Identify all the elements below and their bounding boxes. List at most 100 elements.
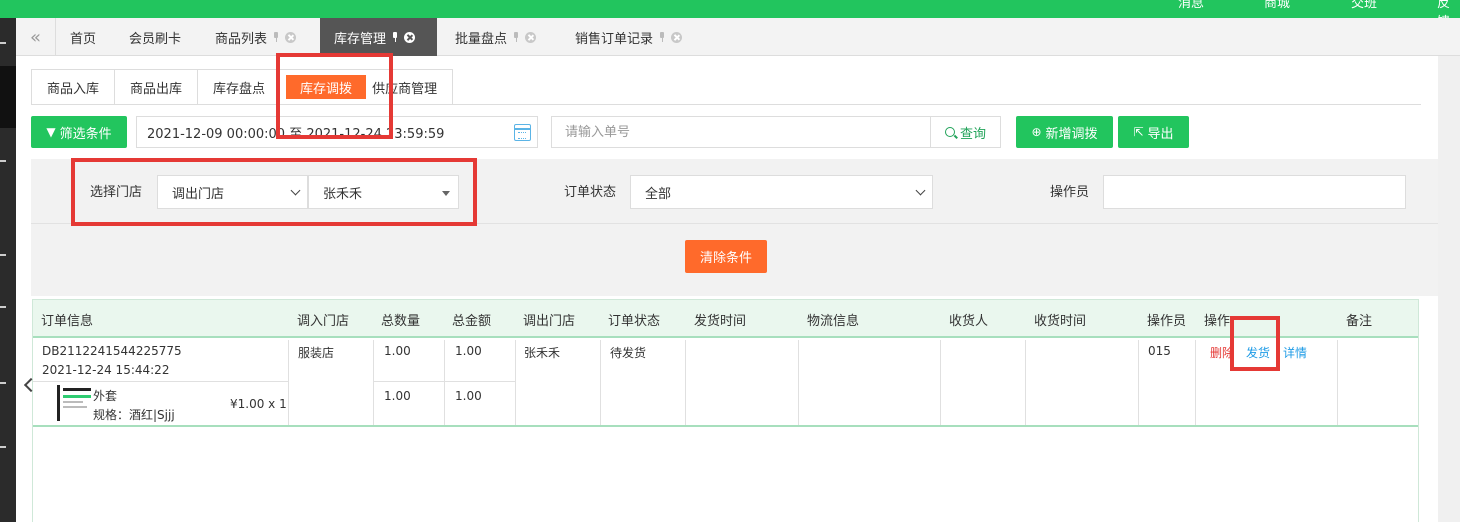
main-content: 商品入库 商品出库 库存盘点 库存调拨 供应商管理 ▼ 筛选条件 2021-12… [16, 56, 1438, 522]
operator-id: 015 [1148, 344, 1171, 358]
subtab-stock-transfer[interactable]: 库存调拨 [286, 75, 367, 99]
row-divider [33, 381, 288, 382]
search-button[interactable]: 查询 [931, 116, 1001, 148]
export-button[interactable]: ⇱ 导出 [1118, 116, 1189, 148]
cell-divider [600, 340, 601, 425]
tab-label: 商品列表 [215, 31, 268, 47]
row-divider [373, 381, 515, 382]
store-type-select[interactable]: 调出门店 [157, 175, 308, 209]
column-header: 发货时间 [694, 314, 747, 329]
delete-link[interactable]: 删除 [1210, 344, 1234, 361]
in-store: 服装店 [298, 346, 335, 360]
filter-icon: ▼ [46, 125, 56, 139]
order-status-label: 订单状态 [564, 185, 617, 200]
store-filter-label: 选择门店 [90, 185, 143, 200]
top-bar: 消息 商城 交班 反馈 [0, 0, 1460, 18]
tab-inventory-management[interactable]: 库存管理 [320, 18, 437, 56]
clear-conditions-button[interactable]: 清除条件 [685, 240, 767, 273]
cell-divider [288, 340, 289, 425]
sidebar-item-marker[interactable] [0, 42, 6, 44]
inventory-subtabs: 商品入库 商品出库 库存盘点 库存调拨 供应商管理 [31, 69, 454, 105]
pin-icon[interactable] [273, 32, 279, 42]
column-header: 操作员 [1147, 314, 1187, 329]
column-header: 总数量 [381, 314, 421, 329]
subtab-stocktake[interactable]: 库存盘点 [198, 70, 281, 104]
column-header: 调出门店 [523, 314, 576, 329]
sidebar-item-marker[interactable] [0, 382, 6, 384]
sidebar-item-marker[interactable] [0, 254, 6, 256]
order-time: 2021-12-24 15:44:22 [42, 363, 170, 377]
tab-label: 库存管理 [334, 31, 387, 47]
item-amount: 1.00 [455, 389, 482, 403]
right-gutter [1438, 56, 1460, 522]
column-header: 订单状态 [608, 314, 661, 329]
subtab-supplier-management[interactable]: 供应商管理 [372, 70, 454, 104]
operator-input[interactable] [1103, 175, 1406, 209]
store-select[interactable]: 张禾禾 [308, 175, 459, 209]
order-status-value: 全部 [645, 186, 672, 202]
product-price-qty: ¥1.00 x 1 [230, 397, 287, 411]
cell-divider [940, 340, 941, 425]
cell-divider [515, 340, 516, 425]
order-status: 待发货 [610, 346, 647, 360]
export-icon: ⇱ [1133, 125, 1144, 139]
column-header: 物流信息 [807, 314, 860, 329]
total-amount: 1.00 [455, 344, 482, 358]
sidebar-active-item[interactable] [0, 66, 16, 128]
date-range-value: 2021-12-09 00:00:00 至 2021-12-24 23:59:5… [147, 126, 445, 142]
tab-sales-order-records[interactable]: 销售订单记录 [575, 18, 683, 56]
tab-home[interactable]: 首页 [70, 18, 96, 56]
mall-link[interactable]: 商城 [1264, 0, 1290, 11]
sidebar-item-marker[interactable] [0, 306, 6, 308]
transfer-orders-table: 订单信息 调入门店 总数量 总金额 调出门店 订单状态 发货时间 物流信息 收货… [32, 299, 1419, 522]
order-number-search-input[interactable] [551, 116, 931, 148]
search-icon [944, 127, 955, 137]
calendar-icon[interactable] [514, 124, 531, 141]
messages-link[interactable]: 消息 [1178, 0, 1204, 11]
sidebar [0, 18, 16, 522]
order-status-select[interactable]: 全部 [630, 175, 933, 209]
tab-member-card[interactable]: 会员刷卡 [129, 18, 181, 56]
subtab-stock-in[interactable]: 商品入库 [32, 70, 116, 104]
filter-conditions-button[interactable]: ▼ 筛选条件 [31, 116, 127, 148]
tab-batch-stocktake[interactable]: 批量盘点 [455, 18, 537, 56]
feedback-link[interactable]: 反馈 [1437, 0, 1460, 18]
cell-divider [1025, 340, 1026, 425]
search-button-label: 查询 [959, 126, 986, 142]
column-header: 订单信息 [41, 314, 94, 329]
total-quantity: 1.00 [384, 344, 411, 358]
details-link[interactable]: 详情 [1283, 344, 1307, 361]
cell-divider [444, 340, 445, 425]
date-range-input[interactable]: 2021-12-09 00:00:00 至 2021-12-24 23:59:5… [136, 116, 538, 148]
close-icon[interactable] [285, 31, 297, 43]
cell-divider [1138, 340, 1139, 425]
column-header: 备注 [1346, 314, 1373, 329]
add-transfer-button[interactable]: ⊕ 新增调拨 [1016, 116, 1113, 148]
column-header: 总金额 [452, 314, 492, 329]
subtabs-divider [31, 104, 1421, 105]
ship-link[interactable]: 发货 [1246, 344, 1270, 361]
pin-icon[interactable] [392, 32, 398, 42]
tab-label: 会员刷卡 [129, 31, 182, 47]
pin-icon[interactable] [659, 32, 665, 42]
tab-label: 首页 [70, 31, 97, 47]
shift-change-link[interactable]: 交班 [1351, 0, 1377, 11]
plus-circle-icon: ⊕ [1031, 125, 1042, 139]
close-icon[interactable] [525, 31, 537, 43]
sidebar-item-marker[interactable] [0, 446, 6, 448]
filter-button-label: 筛选条件 [59, 126, 112, 142]
add-button-label: 新增调拨 [1045, 126, 1098, 142]
cell-divider [685, 340, 686, 425]
column-header: 操作 [1204, 314, 1231, 329]
double-chevron-left-icon[interactable]: « [16, 18, 56, 56]
column-header: 收货人 [949, 314, 989, 329]
order-number: DB2112241544225775 [42, 344, 182, 358]
tab-product-list[interactable]: 商品列表 [215, 18, 297, 56]
sidebar-item-marker[interactable] [0, 160, 6, 162]
close-icon[interactable] [671, 31, 683, 43]
tab-label: 销售订单记录 [575, 31, 654, 47]
close-icon[interactable] [404, 31, 416, 43]
subtab-stock-out[interactable]: 商品出库 [115, 70, 199, 104]
column-header: 调入门店 [297, 314, 350, 329]
pin-icon[interactable] [513, 32, 519, 42]
